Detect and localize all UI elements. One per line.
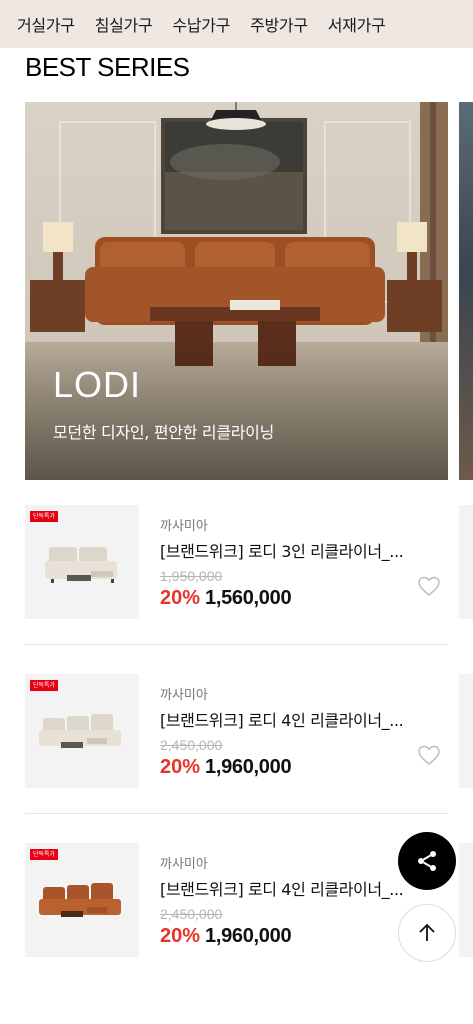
sale-price: 1,560,000 — [205, 587, 292, 609]
product-name[interactable]: [브랜드위크] 로디 4인 리클라이너_... — [160, 707, 415, 731]
original-price: 1,950,000 — [160, 568, 223, 584]
section-title: BEST SERIES — [25, 52, 190, 82]
product-brand: 까사미아 — [160, 688, 208, 703]
product-name[interactable]: [브랜드위크] 로디 4인 리클라이너_... — [160, 876, 415, 900]
hero-banner[interactable]: LODI 모던한 디자인, 편안한 리클라이닝 — [25, 102, 448, 480]
recliner-sofa-image — [39, 714, 121, 748]
product-thumbnail: 단독특가 — [25, 674, 139, 788]
hero-title: LODI — [53, 364, 142, 405]
product-card[interactable]: 단독특가 까사미아 [브랜드위크] 로디 4인 리클라이너_... 2,450,… — [25, 843, 448, 957]
exclusive-deal-badge: 단독특가 — [30, 680, 59, 691]
product-brand: 까사미아 — [160, 857, 208, 872]
tab-study-furniture[interactable]: 서재가구 — [328, 12, 386, 36]
next-product-peek — [459, 674, 473, 788]
scroll-to-top-button[interactable] — [398, 904, 456, 962]
product-brand: 까사미아 — [160, 519, 208, 534]
product-name[interactable]: [브랜드위크] 로디 3인 리클라이너_... — [160, 538, 415, 562]
divider — [25, 813, 448, 814]
next-product-peek — [459, 505, 473, 619]
sale-price: 1,960,000 — [205, 756, 292, 778]
recliner-sofa-image — [39, 883, 121, 917]
sale-price: 1,960,000 — [205, 925, 292, 947]
divider — [25, 644, 448, 645]
original-price: 2,450,000 — [160, 737, 223, 753]
tab-living-room-furniture[interactable]: 거실가구 — [0, 12, 75, 36]
discount-rate: 20% — [160, 587, 201, 609]
heart-icon[interactable] — [417, 575, 441, 597]
product-thumbnail: 단독특가 — [25, 505, 139, 619]
product-card[interactable]: 단독특가 까사미아 [브랜드위크] 로디 3인 리클라이너_... 1,950,… — [25, 505, 448, 619]
product-card[interactable]: 단독특가 까사미아 [브랜드위크] 로디 4인 리클라이너_... 2,450,… — [25, 674, 448, 788]
recliner-sofa-image — [45, 547, 117, 583]
hero-subtitle: 모던한 디자인, 편안한 리클라이닝 — [53, 423, 275, 442]
share-button[interactable] — [398, 832, 456, 890]
tab-bedroom-furniture[interactable]: 침실가구 — [95, 12, 153, 36]
discount-rate: 20% — [160, 756, 201, 778]
original-price: 2,450,000 — [160, 906, 223, 922]
share-icon — [418, 851, 436, 871]
next-hero-banner-peek[interactable] — [459, 102, 473, 480]
exclusive-deal-badge: 단독특가 — [30, 849, 59, 860]
product-thumbnail: 단독특가 — [25, 843, 139, 957]
arrow-up-icon — [419, 923, 435, 941]
exclusive-deal-badge: 단독특가 — [30, 511, 59, 522]
category-tab-bar: 거실가구 침실가구 수납가구 주방가구 서재가구 — [0, 0, 473, 48]
discount-rate: 20% — [160, 925, 201, 947]
heart-icon[interactable] — [417, 744, 441, 766]
tab-kitchen-furniture[interactable]: 주방가구 — [250, 12, 308, 36]
tab-storage-furniture[interactable]: 수납가구 — [172, 12, 230, 36]
next-product-peek — [459, 843, 473, 957]
